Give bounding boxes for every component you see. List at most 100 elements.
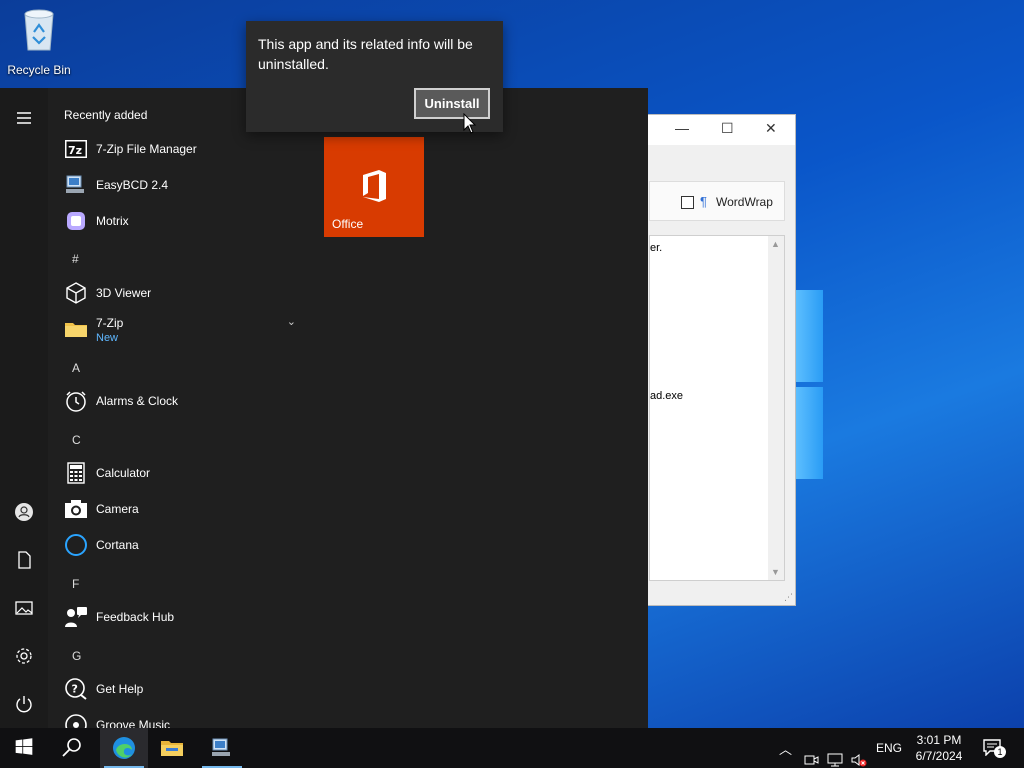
app-name: Groove Music (96, 718, 171, 728)
app-item-3d-viewer[interactable]: 3D Viewer (64, 277, 304, 309)
scroll-up-icon[interactable]: ▲ (771, 239, 780, 249)
resize-grip-icon[interactable]: ⋰ (784, 592, 793, 603)
app-item-easybcd[interactable]: EasyBCD 2.4 (64, 169, 304, 201)
app-item-camera[interactable]: Camera (64, 493, 304, 525)
minimize-button[interactable]: — (675, 120, 689, 136)
start-menu-rail (0, 88, 48, 728)
letter-header-hash[interactable]: # (72, 252, 79, 266)
taskbar-edge[interactable] (100, 728, 148, 768)
office-tile-label: Office (332, 217, 364, 231)
edge-browser-icon (113, 737, 135, 759)
hamburger-menu-icon[interactable] (14, 108, 34, 128)
app-name: 3D Viewer (96, 286, 152, 300)
app-item-groove-music[interactable]: Groove Music (64, 709, 304, 728)
app-name: Cortana (96, 538, 139, 552)
app-name: Alarms & Clock (96, 394, 179, 408)
clock-date: 6/7/2024 (915, 749, 963, 763)
window-toolbar: ¶ WordWrap (649, 181, 785, 221)
3d-cube-icon (66, 282, 86, 304)
get-help-icon: ? (65, 678, 87, 700)
recycle-bin-icon (24, 9, 54, 51)
file-explorer-icon (161, 741, 183, 756)
wordwrap-icon: ¶ (700, 194, 707, 209)
motrix-icon (67, 212, 85, 230)
app-name: 7-Zip File Manager (96, 142, 197, 156)
volume-muted-icon[interactable] (850, 740, 868, 768)
input-language-indicator[interactable]: ENG (876, 741, 902, 768)
new-badge: New (96, 332, 119, 344)
app-name: Motrix (96, 214, 129, 228)
chevron-down-icon[interactable]: ⌄ (287, 315, 296, 328)
uninstall-message: This app and its related info will be un… (258, 36, 473, 72)
office-logo-icon (363, 170, 386, 202)
recently-added-header: Recently added (64, 108, 148, 122)
taskbar-file-explorer[interactable] (148, 728, 196, 768)
start-menu: Recently added 7z 7-Zip File Manager Eas… (0, 88, 648, 728)
folder-icon (65, 323, 87, 337)
app-name: 7-Zip (96, 316, 124, 330)
search-button[interactable] (48, 728, 96, 768)
window-titlebar[interactable]: — ☐ ✕ (641, 115, 795, 145)
text-editor-area[interactable]: er. ad.exe ▲ ▼ (649, 235, 785, 581)
background-notepad-window[interactable]: — ☐ ✕ ¶ WordWrap er. ad.exe ▲ ▼ ⋰ (640, 114, 796, 606)
7zip-icon: 7z (65, 140, 87, 158)
app-name: Get Help (96, 682, 144, 696)
app-name: Feedback Hub (96, 610, 175, 624)
svg-text:7z: 7z (68, 144, 82, 157)
letter-header-f[interactable]: F (72, 577, 79, 591)
uninstall-button[interactable]: Uninstall (414, 88, 490, 119)
action-center-button[interactable]: 1 (982, 738, 1006, 758)
feedback-person-icon (65, 607, 87, 627)
svg-text:?: ? (72, 683, 78, 696)
pictures-icon[interactable] (14, 598, 34, 618)
cortana-icon (65, 534, 87, 556)
app-name: EasyBCD 2.4 (96, 178, 169, 192)
app-item-feedback-hub[interactable]: Feedback Hub (64, 601, 304, 633)
meet-now-icon[interactable] (803, 740, 819, 768)
settings-gear-icon[interactable] (14, 646, 34, 666)
taskbar: ︿ ENG 3:01 PM 6/7/2024 1 (0, 728, 1024, 768)
app-folder-7zip[interactable]: 7-Zip New ⌄ (64, 313, 304, 349)
letter-header-g[interactable]: G (72, 649, 81, 663)
calculator-icon (67, 462, 85, 484)
windows-start-icon (15, 738, 33, 755)
network-icon[interactable] (826, 740, 844, 768)
app-name: Camera (96, 502, 139, 516)
letter-header-c[interactable]: C (72, 433, 81, 447)
recycle-bin-label: Recycle Bin (7, 63, 71, 77)
app-item-alarms-clock[interactable]: Alarms & Clock (64, 385, 304, 417)
recycle-bin-shortcut[interactable]: Recycle Bin (4, 6, 74, 77)
office-tile[interactable]: Office (324, 137, 424, 237)
app-item-cortana[interactable]: Cortana (64, 529, 304, 561)
app-name: Calculator (96, 466, 151, 480)
scroll-down-icon[interactable]: ▼ (771, 567, 780, 577)
app-item-motrix[interactable]: Motrix (64, 205, 304, 237)
app-item-7zip-file-manager[interactable]: 7z 7-Zip File Manager (64, 133, 304, 165)
app-list[interactable]: Recently added 7z 7-Zip File Manager Eas… (48, 88, 308, 728)
groove-music-icon (65, 714, 87, 728)
documents-icon[interactable] (14, 550, 34, 570)
start-button[interactable] (0, 728, 48, 768)
alarm-clock-icon (66, 391, 86, 412)
notification-count-badge: 1 (994, 746, 1006, 758)
show-hidden-icons-chevron-icon[interactable]: ︿ (779, 739, 792, 768)
vertical-scrollbar[interactable]: ▲ ▼ (768, 236, 784, 580)
close-button[interactable]: ✕ (765, 120, 777, 137)
letter-header-a[interactable]: A (72, 361, 80, 375)
taskbar-easybcd[interactable] (198, 728, 246, 768)
easybcd-icon (66, 175, 84, 193)
search-icon (62, 738, 81, 757)
wordwrap-checkbox[interactable] (681, 196, 694, 209)
maximize-button[interactable]: ☐ (721, 120, 734, 137)
clock[interactable]: 3:01 PM 6/7/2024 (910, 732, 968, 764)
app-item-calculator[interactable]: Calculator (64, 457, 304, 489)
editor-text-line: ad.exe (650, 390, 684, 402)
user-account-icon[interactable] (14, 502, 34, 522)
editor-text-line: er. (650, 242, 663, 254)
easybcd-icon (212, 738, 230, 756)
power-icon[interactable] (14, 694, 34, 714)
app-item-get-help[interactable]: ? Get Help (64, 673, 304, 705)
desktop-windows-logo (795, 290, 824, 480)
mouse-cursor-icon (463, 113, 477, 134)
wordwrap-label[interactable]: WordWrap (716, 195, 773, 209)
